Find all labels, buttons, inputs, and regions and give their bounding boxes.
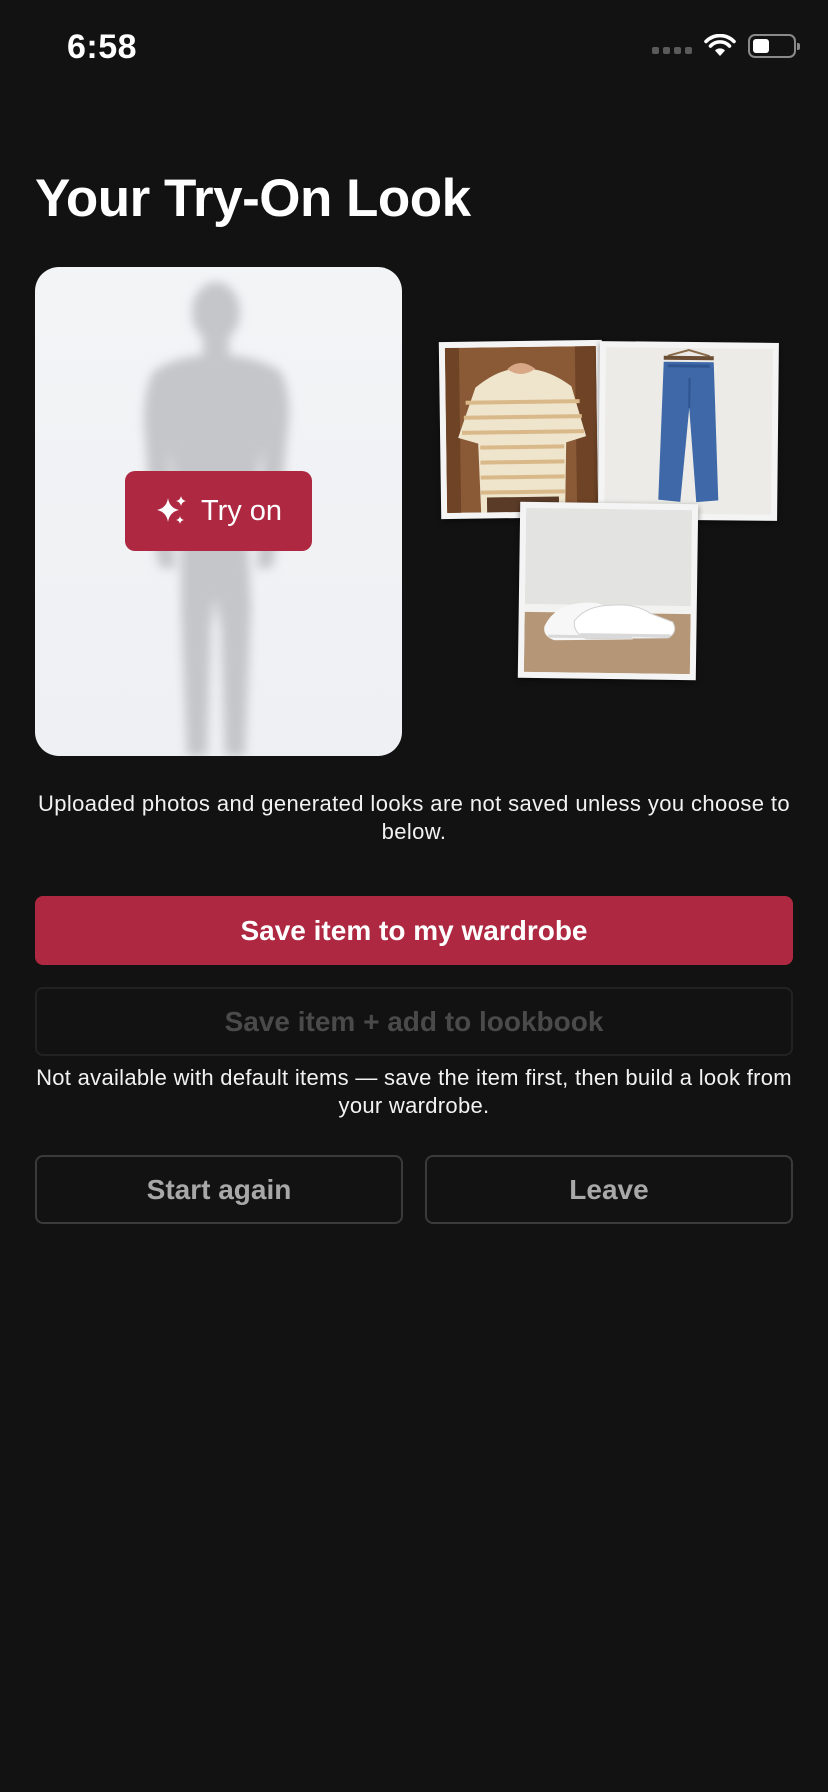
privacy-disclaimer: Uploaded photos and generated looks are … [37, 791, 791, 844]
wifi-icon [704, 34, 736, 56]
try-on-button[interactable]: Try on [125, 471, 312, 551]
status-time: 6:58 [67, 28, 138, 66]
lookbook-unavailable-note: Not available with default items — save … [36, 1065, 792, 1118]
try-on-label: Try on [200, 494, 283, 527]
leave-button[interactable]: Leave [425, 1155, 793, 1224]
page-title: Your Try-On Look [35, 169, 471, 228]
start-again-button[interactable]: Start again [35, 1155, 403, 1224]
sneakers-photo [517, 501, 699, 681]
cellular-signal-icon [652, 46, 692, 54]
jeans-photo [598, 341, 779, 521]
try-on-screen: 6:58 Your Try-On Look Try on Uploaded ph… [0, 0, 828, 1792]
status-icons [652, 34, 800, 58]
save-and-add-to-lookbook-button[interactable]: Save item + add to lookbook [35, 987, 793, 1056]
battery-icon [748, 34, 800, 58]
tshirt-photo [438, 339, 605, 520]
avatar-preview-card: Try on [35, 267, 402, 756]
sparkle-icon [156, 496, 186, 524]
save-to-wardrobe-button[interactable]: Save item to my wardrobe [35, 896, 793, 965]
